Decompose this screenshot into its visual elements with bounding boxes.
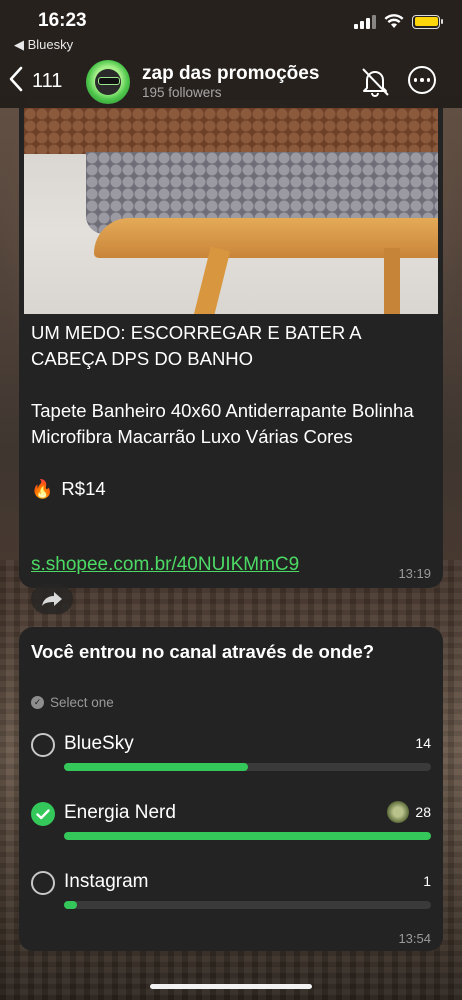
cellular-signal-icon xyxy=(354,14,376,29)
poll-bar-fill xyxy=(64,763,248,771)
back-to-app-link[interactable]: ◀ Bluesky xyxy=(14,37,73,53)
post-price: R$14 xyxy=(61,478,106,499)
poll-bar-fill xyxy=(64,832,431,840)
poll-option-bluesky[interactable]: BlueSky 14 xyxy=(31,731,431,781)
poll-hint-text: Select one xyxy=(50,695,114,710)
back-button[interactable]: 111 xyxy=(8,66,62,97)
more-icon[interactable] xyxy=(408,66,436,94)
poll-option-label: Energia Nerd xyxy=(64,802,176,823)
check-circle-icon: ✓ xyxy=(31,696,44,709)
poll-timestamp: 13:54 xyxy=(398,931,431,946)
channel-header: 111 zap das promoções 195 followers xyxy=(0,58,462,108)
forward-button[interactable] xyxy=(31,584,73,614)
poll-option-energia-nerd[interactable]: Energia Nerd 28 xyxy=(31,800,431,850)
poll-option-instagram[interactable]: Instagram 1 xyxy=(31,869,431,919)
poll-option-votes: 14 xyxy=(415,735,431,751)
check-circle-filled-icon xyxy=(31,802,55,826)
radio-icon xyxy=(31,733,55,757)
product-image[interactable] xyxy=(24,108,438,314)
post-body: UM MEDO: ESCORREGAR E BATER A CABEÇA DPS… xyxy=(31,320,431,528)
chevron-left-icon xyxy=(8,66,24,97)
fire-icon: 🔥 xyxy=(31,479,54,499)
poll-option-label: BlueSky xyxy=(64,733,134,754)
product-post: UM MEDO: ESCORREGAR E BATER A CABEÇA DPS… xyxy=(19,108,443,588)
post-description: Tapete Banheiro 40x60 Antiderrapante Bol… xyxy=(31,400,414,447)
poll-option-votes: 1 xyxy=(423,873,431,889)
home-indicator[interactable] xyxy=(150,984,312,989)
radio-icon xyxy=(31,871,55,895)
poll-bar-track xyxy=(64,901,431,909)
post-title: UM MEDO: ESCORREGAR E BATER A CABEÇA DPS… xyxy=(31,322,361,369)
status-time: 16:23 xyxy=(38,10,87,31)
bell-slash-icon[interactable] xyxy=(358,66,392,98)
poll-card: Você entrou no canal através de onde? ✓ … xyxy=(19,627,443,951)
poll-option-votes: 28 xyxy=(415,804,431,820)
product-link[interactable]: s.shopee.com.br/40NUIKMmC9 xyxy=(31,554,299,576)
battery-icon xyxy=(412,14,443,29)
wifi-icon xyxy=(384,14,404,28)
channel-avatar[interactable] xyxy=(86,60,130,104)
status-icons xyxy=(354,14,443,29)
poll-option-label: Instagram xyxy=(64,871,149,892)
voter-avatar xyxy=(387,801,409,823)
post-price-line: 🔥 R$14 xyxy=(31,476,431,502)
channel-name[interactable]: zap das promoções xyxy=(142,63,319,85)
unread-count: 111 xyxy=(32,70,63,92)
poll-hint: ✓ Select one xyxy=(31,695,114,710)
poll-question: Você entrou no canal através de onde? xyxy=(31,641,375,662)
forward-arrow-icon xyxy=(42,592,62,606)
status-bar: 16:23 ◀ Bluesky xyxy=(0,0,462,58)
post-timestamp: 13:19 xyxy=(398,566,431,581)
followers-count: 195 followers xyxy=(142,85,222,100)
poll-bar-fill xyxy=(64,901,77,909)
